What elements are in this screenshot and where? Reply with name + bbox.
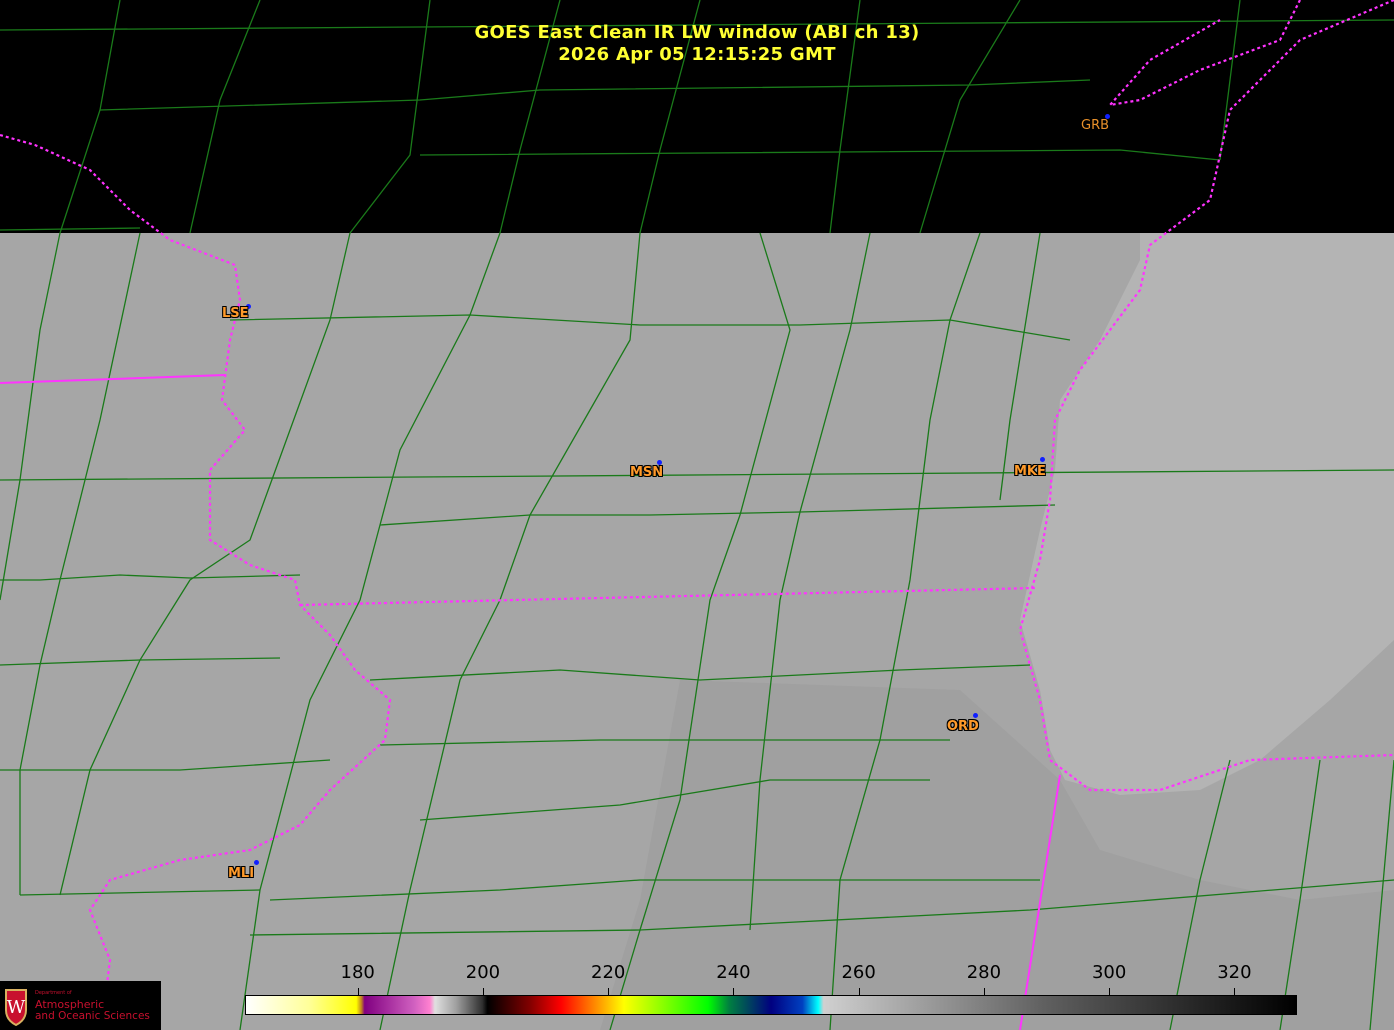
colorbar-tick-mark [1234, 988, 1236, 995]
colorbar-tick-label: 280 [966, 962, 1002, 983]
station-label-ord: ORD [947, 719, 979, 734]
colorbar-tick-label: 180 [340, 962, 375, 983]
logo-line2: and Oceanic Sciences [35, 1010, 150, 1022]
colorbar-tick-label: 260 [841, 962, 876, 983]
colorbar-tick-mark [858, 988, 860, 995]
colorbar-tick-mark [983, 988, 985, 995]
station-label-mli: MLI [228, 866, 255, 881]
temperature-colorbar [245, 995, 1297, 1015]
colorbar-tick-label: 320 [1217, 962, 1252, 983]
uw-crest-icon: W [5, 989, 27, 1026]
colorbar-tick-label: 200 [465, 962, 501, 983]
satellite-map [0, 0, 1394, 1030]
station-marker-mke [1040, 457, 1045, 462]
lake-michigan-cloud-region [1020, 233, 1394, 795]
station-marker-ord [973, 713, 978, 718]
image-title: GOES East Clean IR LW window (ABI ch 13) [474, 22, 920, 43]
colorbar-tick-mark [357, 988, 359, 995]
colorbar-tick-mark [1109, 988, 1111, 995]
colorbar-tick-mark [608, 988, 610, 995]
station-label-msn: MSN [630, 465, 664, 480]
station-label-grb: GRB [1081, 118, 1110, 133]
station-label-lse: LSE [222, 306, 249, 321]
colorbar-tick-mark [482, 988, 484, 995]
aos-logo: W Department of Atmospheric and Oceanic … [0, 981, 161, 1030]
svg-text:W: W [7, 997, 26, 1018]
satellite-image-viewer: GOES East Clean IR LW window (ABI ch 13)… [0, 0, 1394, 1030]
colorbar-tick-mark [733, 988, 735, 995]
colorbar-tick-label: 240 [716, 962, 751, 983]
logo-dept: Department of [35, 990, 72, 996]
colorbar-tick-label: 220 [591, 962, 626, 983]
colorbar-tick-label: 300 [1091, 962, 1127, 983]
station-marker-mli [254, 860, 259, 865]
image-timestamp: 2026 Apr 05 12:15:25 GMT [558, 44, 836, 65]
station-label-mke: MKE [1014, 464, 1046, 479]
